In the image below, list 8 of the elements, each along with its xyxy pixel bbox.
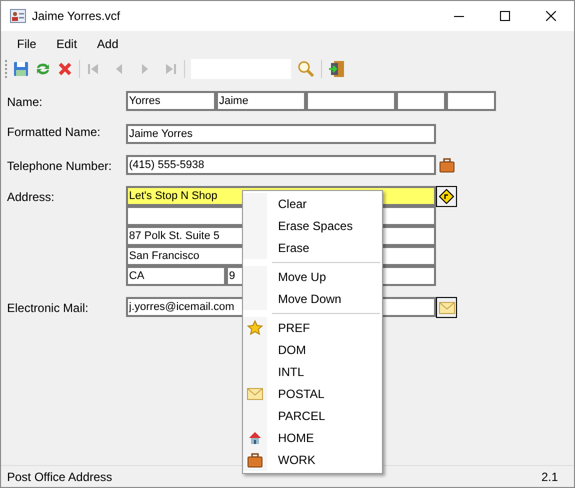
version-text: 2.1 — [541, 468, 558, 486]
field-label: Electronic Mail: — [6, 300, 90, 317]
status-text: Post Office Address — [7, 468, 112, 486]
field-label: Telephone Number: — [6, 158, 113, 175]
field-label: Address: — [6, 189, 56, 206]
field-label: Formatted Name: — [6, 124, 102, 141]
window-title: Jaime Yorres.vcf — [32, 8, 120, 25]
field-label: Name: — [6, 94, 44, 111]
